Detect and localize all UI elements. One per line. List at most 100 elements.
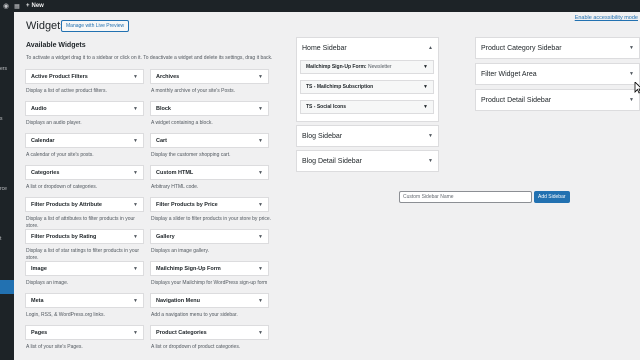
collapse-arrow-icon[interactable]: ▲ <box>428 45 433 51</box>
sidebar-item-tools[interactable]: s <box>0 116 14 122</box>
expand-arrow-icon[interactable]: ▼ <box>258 298 263 304</box>
widget-description: Display a list of attributes to filter p… <box>26 216 135 229</box>
new-content-button[interactable]: + New <box>26 3 44 9</box>
widget-description: Displays an image. <box>26 280 69 286</box>
available-widget[interactable]: Filter Products by Attribute ▼ <box>25 197 144 212</box>
widget-title: Filter Products by Price <box>156 201 218 208</box>
widget-title: Meta <box>31 297 44 304</box>
widget-description: A widget containing a block. <box>151 120 213 126</box>
available-widgets-description: To activate a widget drag it to a sideba… <box>26 55 273 61</box>
available-widget[interactable]: Active Product Filters ▼ <box>25 69 144 84</box>
home-sidebar: Home Sidebar ▲ Mailchimp Sign-Up Form: N… <box>296 37 439 122</box>
expand-arrow-icon[interactable]: ▼ <box>133 138 138 144</box>
expand-arrow-icon[interactable]: ▼ <box>258 266 263 272</box>
expand-arrow-icon[interactable]: ▼ <box>258 234 263 240</box>
comment-icon[interactable]: ▦ <box>12 3 22 10</box>
expand-arrow-icon[interactable]: ▼ <box>133 74 138 80</box>
widget-title: Block <box>156 105 171 112</box>
expand-arrow-icon[interactable]: ▼ <box>258 170 263 176</box>
accessibility-mode-link[interactable]: Enable accessibility mode <box>575 15 638 21</box>
expand-arrow-icon[interactable]: ▼ <box>629 71 634 77</box>
expand-arrow-icon[interactable]: ▼ <box>133 234 138 240</box>
plus-icon: + <box>26 3 30 9</box>
available-widget[interactable]: Categories ▼ <box>25 165 144 180</box>
widget-description: Display a list of star ratings to filter… <box>26 248 140 261</box>
blog-sidebar-title: Blog Sidebar <box>302 132 343 140</box>
admin-sidebar: ers s rce t <box>0 12 14 360</box>
available-widget[interactable]: Mailchimp Sign-Up Form ▼ <box>150 261 269 276</box>
mouse-cursor-icon <box>634 82 640 94</box>
available-widget[interactable]: Product Categories ▼ <box>150 325 269 340</box>
available-widget[interactable]: Block ▼ <box>150 101 269 116</box>
available-widget[interactable]: Calendar ▼ <box>25 133 144 148</box>
sidebar-item-users[interactable]: ers <box>0 66 14 72</box>
product-detail-sidebar-title: Product Detail Sidebar <box>481 96 552 104</box>
expand-arrow-icon[interactable]: ▼ <box>423 104 428 110</box>
expand-arrow-icon[interactable]: ▼ <box>428 158 433 164</box>
widget-title: Mailchimp Sign-Up Form: <box>306 64 367 70</box>
available-widget[interactable]: Gallery ▼ <box>150 229 269 244</box>
home-widget-mailchimp-form[interactable]: Mailchimp Sign-Up Form: Newsletter ▼ <box>300 60 434 74</box>
available-widget[interactable]: Pages ▼ <box>25 325 144 340</box>
widget-title: Cart <box>156 137 168 144</box>
expand-arrow-icon[interactable]: ▼ <box>258 330 263 336</box>
expand-arrow-icon[interactable]: ▼ <box>258 106 263 112</box>
widget-description: Displays your Mailchimp for WordPress si… <box>151 280 268 286</box>
product-category-sidebar-header[interactable]: Product Category Sidebar ▼ <box>476 38 639 58</box>
wordpress-icon[interactable]: ◉ <box>0 0 12 12</box>
expand-arrow-icon[interactable]: ▼ <box>133 202 138 208</box>
expand-arrow-icon[interactable]: ▼ <box>423 64 428 70</box>
available-widget[interactable]: Audio ▼ <box>25 101 144 116</box>
widget-title: TS - Social Icons <box>306 104 347 110</box>
expand-arrow-icon[interactable]: ▼ <box>258 74 263 80</box>
widget-title: Calendar <box>31 137 55 144</box>
blog-sidebar-header[interactable]: Blog Sidebar ▼ <box>297 126 438 146</box>
expand-arrow-icon[interactable]: ▼ <box>133 298 138 304</box>
available-widgets-title: Available Widgets <box>26 42 86 49</box>
expand-arrow-icon[interactable]: ▼ <box>423 84 428 90</box>
expand-arrow-icon[interactable]: ▼ <box>629 97 634 103</box>
home-sidebar-header[interactable]: Home Sidebar ▲ <box>297 38 438 58</box>
home-widget-ts-social[interactable]: TS - Social Icons ▼ <box>300 100 434 114</box>
available-widget[interactable]: Archives ▼ <box>150 69 269 84</box>
widget-description: Display the customer shopping cart. <box>151 152 231 158</box>
blog-sidebar[interactable]: Blog Sidebar ▼ <box>296 125 439 147</box>
widget-description: A monthly archive of your site's Posts. <box>151 88 236 94</box>
expand-arrow-icon[interactable]: ▼ <box>258 138 263 144</box>
available-widget[interactable]: Cart ▼ <box>150 133 269 148</box>
new-label: New <box>31 3 44 9</box>
available-widget[interactable]: Custom HTML ▼ <box>150 165 269 180</box>
expand-arrow-icon[interactable]: ▼ <box>629 45 634 51</box>
expand-arrow-icon[interactable]: ▼ <box>258 202 263 208</box>
blog-detail-sidebar-header[interactable]: Blog Detail Sidebar ▼ <box>297 151 438 171</box>
available-widget[interactable]: Image ▼ <box>25 261 144 276</box>
expand-arrow-icon[interactable]: ▼ <box>428 133 433 139</box>
widget-description: A list or dropdown of product categories… <box>151 344 241 350</box>
widget-description: A list or dropdown of categories. <box>26 184 98 190</box>
expand-arrow-icon[interactable]: ▼ <box>133 330 138 336</box>
live-preview-button[interactable]: Manage with Live Preview <box>61 20 130 32</box>
product-detail-sidebar[interactable]: Product Detail Sidebar ▼ <box>475 89 640 111</box>
available-widget[interactable]: Navigation Menu ▼ <box>150 293 269 308</box>
available-widget[interactable]: Meta ▼ <box>25 293 144 308</box>
expand-arrow-icon[interactable]: ▼ <box>133 106 138 112</box>
available-widget[interactable]: Filter Products by Price ▼ <box>150 197 269 212</box>
widget-description: Display a slider to filter products in y… <box>151 216 272 222</box>
widget-description: Arbitrary HTML code. <box>151 184 199 190</box>
filter-widget-area-header[interactable]: Filter Widget Area ▼ <box>476 64 639 84</box>
filter-widget-area[interactable]: Filter Widget Area ▼ <box>475 63 640 85</box>
expand-arrow-icon[interactable]: ▼ <box>133 170 138 176</box>
widget-title: Active Product Filters <box>31 73 88 80</box>
available-widget[interactable]: Filter Products by Rating ▼ <box>25 229 144 244</box>
product-category-sidebar[interactable]: Product Category Sidebar ▼ <box>475 37 640 59</box>
sidebar-item-widgets-active[interactable] <box>0 280 14 294</box>
expand-arrow-icon[interactable]: ▼ <box>133 266 138 272</box>
custom-sidebar-name-input[interactable] <box>399 191 532 203</box>
widget-title: Mailchimp Sign-Up Form <box>156 265 221 272</box>
home-widget-ts-mailchimp[interactable]: TS - Mailchimp Subscription ▼ <box>300 80 434 94</box>
blog-detail-sidebar[interactable]: Blog Detail Sidebar ▼ <box>296 150 439 172</box>
product-detail-sidebar-header[interactable]: Product Detail Sidebar ▼ <box>476 90 639 110</box>
add-sidebar-button[interactable]: Add Sidebar <box>534 191 570 203</box>
sidebar-item-resource[interactable]: rce <box>0 186 14 192</box>
sidebar-item-settings[interactable]: t <box>0 236 14 242</box>
